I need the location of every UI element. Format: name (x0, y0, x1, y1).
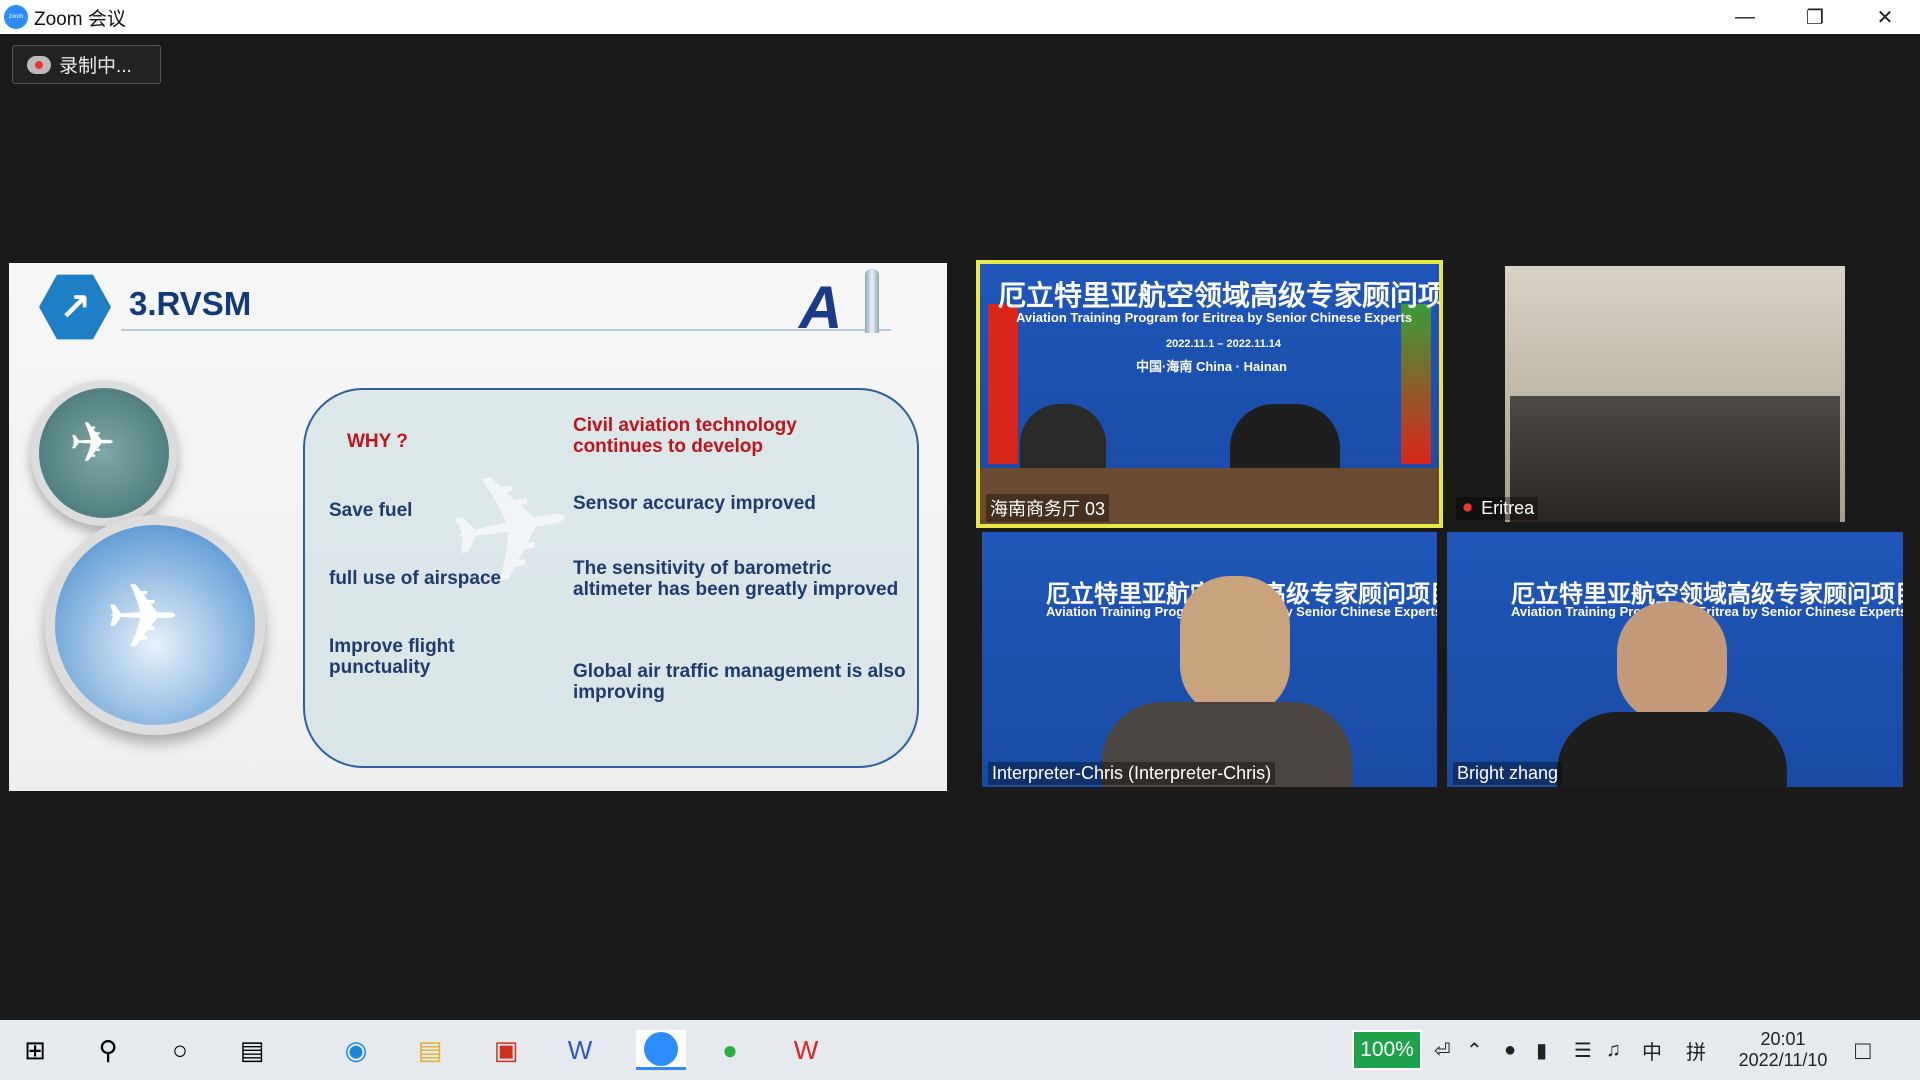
banner-title-cn: 厄立特里亚航空领域高级专家顾问项目 (998, 280, 1443, 311)
participant-label: ⚫ Eritrea (1456, 497, 1539, 520)
banner-title-en: Aviation Training Program for Eritrea by… (1016, 310, 1413, 325)
wps-office-icon[interactable]: W (786, 1030, 826, 1070)
cortana-icon[interactable]: ○ (160, 1030, 200, 1070)
left-item-3: Improve flight punctuality (329, 636, 455, 678)
edge-browser-icon[interactable]: ◉ (336, 1030, 376, 1070)
airliner-icon: ✈ (105, 568, 181, 668)
usb-icon[interactable]: ⏎ (1434, 1030, 1451, 1070)
participant-person (1617, 602, 1727, 722)
video-tile[interactable]: ⚫ Eritrea (1450, 266, 1905, 522)
battery-percent[interactable]: 100% (1352, 1030, 1422, 1070)
banner-location: 中国·海南 China · Hainan (1136, 359, 1287, 374)
windows-start-icon[interactable]: ⊞ (15, 1030, 55, 1070)
left-item-2: full use of airspace (329, 568, 502, 589)
small-plane-image: ✈ (31, 380, 177, 526)
windows-taskbar (0, 1020, 1920, 1080)
banner-dates: 2022.11.1 – 2022.11.14 (1166, 338, 1282, 350)
zoom-taskbar-icon[interactable] (636, 1030, 686, 1070)
aviation-logo: A (799, 274, 843, 341)
window-titlebar: zoom Zoom 会议 (0, 0, 1920, 34)
audience (1510, 396, 1840, 522)
right-header: Civil aviation technology continues to d… (573, 415, 797, 457)
left-item-1: Save fuel (329, 500, 413, 521)
microphone-icon[interactable]: ● (1504, 1030, 1516, 1070)
task-view-icon[interactable]: ▤ (232, 1030, 272, 1070)
mic-muted-icon: ⚫ (1460, 498, 1476, 518)
airliner-image: ✈ (45, 515, 265, 735)
window-title: Zoom 会议 (34, 8, 126, 30)
right-item-3: Global air traffic management is also im… (573, 661, 906, 703)
ime-pinyin-indicator[interactable]: 拼 (1686, 1030, 1706, 1070)
close-button[interactable]: ✕ (1850, 0, 1920, 34)
show-hidden-icons-chevron[interactable]: ⌃ (1466, 1030, 1483, 1070)
record-icon (27, 55, 51, 74)
wifi-icon[interactable]: ☰ (1574, 1030, 1592, 1070)
why-label: WHY ? (347, 431, 408, 452)
clock[interactable]: 20:01 2022/11/10 (1730, 1024, 1836, 1076)
file-explorer-icon[interactable]: ▤ (410, 1030, 450, 1070)
volume-icon[interactable]: ♫ (1606, 1030, 1621, 1070)
battery-icon[interactable]: ▮ (1536, 1030, 1547, 1070)
participant-name: Eritrea (1481, 498, 1535, 518)
shared-screen: ↗ 3.RVSM A ✈ ✈ ✈ WHY ? Save fuel full us… (9, 263, 947, 791)
participant-body (1557, 712, 1787, 787)
participant-name: 海南商务厅 03 (986, 494, 1110, 522)
zoom-app-icon: zoom (4, 5, 28, 29)
slide-title: 3.RVSM (129, 285, 252, 322)
right-item-2: The sensitivity of barometric altimeter … (573, 558, 899, 600)
arrow-up-right-icon: ↗ (39, 274, 111, 340)
control-tower-icon (865, 269, 879, 333)
right-item-1: Sensor accuracy improved (573, 493, 816, 514)
video-tile[interactable]: 厄立特里亚航空领域高级专家顾问项目 Aviation Training Prog… (1447, 532, 1903, 787)
china-flag (988, 304, 1018, 464)
notification-center-icon[interactable]: □ (1855, 1030, 1871, 1070)
search-icon[interactable]: ⚲ (88, 1030, 128, 1070)
video-tile[interactable]: 厄立特里亚航空领域高级专家顾问项目 Aviation Training Prog… (982, 532, 1437, 787)
ime-mode-indicator[interactable]: 中 (1642, 1030, 1662, 1070)
recording-label: 录制中... (59, 56, 132, 77)
participant-person (1180, 576, 1290, 716)
wechat-icon[interactable]: ● (710, 1030, 750, 1070)
word-icon[interactable]: W (560, 1030, 600, 1070)
office-app-icon[interactable]: ▣ (486, 1030, 526, 1070)
recording-indicator[interactable]: 录制中... (12, 45, 161, 84)
plane-icon: ✈ (69, 411, 116, 474)
video-tile[interactable]: 厄立特里亚航空领域高级专家顾问项目 Aviation Training Prog… (976, 260, 1443, 528)
title-divider (121, 329, 891, 331)
restore-button[interactable]: ❐ (1780, 0, 1850, 34)
eritrea-flag (1401, 304, 1431, 464)
clock-time: 20:01 (1760, 1029, 1806, 1049)
participant-name: Interpreter-Chris (Interpreter-Chris) (988, 762, 1276, 785)
minimize-button[interactable]: — (1710, 0, 1780, 34)
clock-date: 2022/11/10 (1738, 1050, 1828, 1070)
participant-name: Bright zhang (1453, 762, 1563, 785)
